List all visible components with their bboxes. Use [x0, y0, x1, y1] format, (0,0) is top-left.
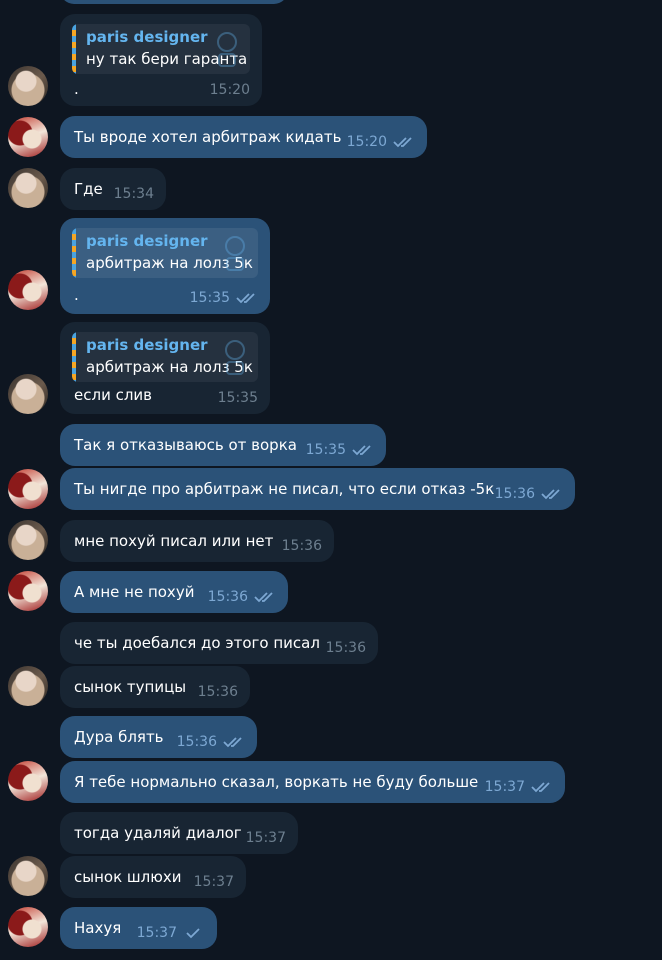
message-meta: 15:35 — [306, 442, 374, 458]
message-time: 15:35 — [189, 290, 230, 306]
double-check-icon — [541, 489, 560, 500]
message-bubble-4[interactable]: paris designer арбитраж на лолз 5к если … — [60, 322, 270, 414]
message-meta: 15:35 — [218, 390, 258, 406]
quote-pattern-icon — [217, 32, 237, 67]
message-bubble-10[interactable]: сынок тупицы 15:36 — [60, 666, 250, 708]
message-time: 15:20 — [209, 82, 250, 98]
contact-avatar[interactable] — [8, 168, 48, 208]
message-text: че ты доебался до этого писал — [74, 634, 320, 652]
message-text: Так я отказываюсь от ворка — [74, 436, 297, 454]
message-time: 15:35 — [305, 442, 346, 458]
contact-avatar[interactable] — [8, 66, 48, 106]
message-meta: 15:36 — [177, 734, 245, 750]
message-time: 15:34 — [113, 186, 154, 202]
message-bubble-11[interactable]: Дура блять 15:36 — [60, 716, 257, 758]
quote-pattern-icon — [225, 236, 245, 271]
message-text: Дура блять — [74, 728, 164, 746]
message-time: 15:37 — [245, 830, 286, 846]
user-avatar[interactable] — [8, 907, 48, 947]
contact-avatar[interactable] — [8, 856, 48, 896]
message-meta: 15:37 — [137, 925, 205, 941]
message-meta: 15:34 — [114, 186, 154, 202]
message-time: 15:36 — [325, 640, 366, 656]
user-avatar[interactable] — [8, 469, 48, 509]
message-text: если слив — [74, 386, 153, 404]
quote-pattern-icon — [225, 340, 245, 375]
quote-bar — [72, 332, 76, 382]
user-avatar[interactable] — [8, 571, 48, 611]
message-text: тогда удаляй диалог — [74, 824, 242, 842]
double-check-icon — [223, 737, 242, 748]
contact-avatar[interactable] — [8, 374, 48, 414]
contact-avatar[interactable] — [8, 666, 48, 706]
message-meta: 15:36 — [326, 640, 366, 656]
user-avatar[interactable] — [8, 117, 48, 157]
user-avatar[interactable] — [8, 270, 48, 310]
message-time: 15:37 — [484, 779, 525, 795]
message-bubble-14[interactable]: сынок шлюхи 15:37 — [60, 856, 246, 898]
message-time: 15:36 — [176, 734, 217, 750]
double-check-icon — [236, 293, 255, 304]
double-check-icon — [352, 445, 371, 456]
message-bubble-8[interactable]: А мне не похуй 15:36 — [60, 571, 288, 613]
previous-message-bubble[interactable] — [60, 0, 288, 4]
message-meta: 15:37 — [194, 874, 234, 890]
quote-sender-name: paris designer — [86, 336, 208, 354]
quote-sender-name: paris designer — [86, 232, 208, 250]
message-text: . — [74, 80, 79, 98]
reply-quote[interactable]: paris designer арбитраж на лолз 5к — [72, 332, 258, 382]
quote-sender-name: paris designer — [86, 28, 208, 46]
message-text: . — [74, 286, 79, 304]
message-text: сынок шлюхи — [74, 868, 182, 886]
message-time: 15:36 — [197, 684, 238, 700]
quote-bar — [72, 24, 76, 74]
message-meta: 15:20 — [347, 134, 415, 150]
message-bubble-5[interactable]: Так я отказываюсь от ворка 15:35 — [60, 424, 386, 466]
reply-quote[interactable]: paris designer арбитраж на лолз 5к — [72, 228, 258, 278]
message-time: 15:36 — [494, 486, 535, 502]
reply-quote[interactable]: paris designer ну так бери гаранта — [72, 24, 250, 74]
message-bubble-15[interactable]: Нахуя 15:37 — [60, 907, 217, 949]
message-time: 15:35 — [217, 390, 258, 406]
double-check-icon — [393, 137, 412, 148]
message-bubble-3[interactable]: paris designer арбитраж на лолз 5к . 15:… — [60, 218, 270, 314]
message-meta: 15:20 — [210, 82, 250, 98]
message-bubble-0[interactable]: paris designer ну так бери гаранта . 15:… — [60, 14, 262, 106]
message-bubble-7[interactable]: мне похуй писал или нет 15:36 — [60, 520, 334, 562]
single-check-icon — [186, 928, 200, 939]
user-avatar[interactable] — [8, 761, 48, 801]
message-time: 15:36 — [281, 538, 322, 554]
message-meta: 15:36 — [495, 486, 563, 502]
message-text: Ты нигде про арбитраж не писал, что если… — [74, 480, 495, 498]
message-text: Где — [74, 180, 103, 198]
message-text: Нахуя — [74, 919, 122, 937]
double-check-icon — [531, 782, 550, 793]
message-meta: 15:36 — [198, 684, 238, 700]
message-text: сынок тупицы — [74, 678, 187, 696]
message-time: 15:37 — [136, 925, 177, 941]
message-bubble-12[interactable]: Я тебе нормально сказал, воркать не буду… — [60, 761, 565, 803]
double-check-icon — [254, 592, 273, 603]
quote-bar — [72, 228, 76, 278]
message-text: мне похуй писал или нет — [74, 532, 274, 550]
message-text: Я тебе нормально сказал, воркать не буду… — [74, 773, 479, 791]
contact-avatar[interactable] — [8, 520, 48, 560]
message-meta: 15:36 — [208, 589, 276, 605]
message-bubble-1[interactable]: Ты вроде хотел арбитраж кидать 15:20 — [60, 116, 427, 158]
message-bubble-9[interactable]: че ты доебался до этого писал 15:36 — [60, 622, 378, 664]
message-meta: 15:37 — [485, 779, 553, 795]
message-time: 15:37 — [193, 874, 234, 890]
message-time: 15:20 — [346, 134, 387, 150]
message-meta: 15:37 — [246, 830, 286, 846]
message-meta: 15:35 — [190, 290, 258, 306]
message-bubble-13[interactable]: тогда удаляй диалог 15:37 — [60, 812, 298, 854]
message-bubble-6[interactable]: Ты нигде про арбитраж не писал, что если… — [60, 468, 575, 510]
message-meta: 15:36 — [282, 538, 322, 554]
message-text: Ты вроде хотел арбитраж кидать — [74, 128, 342, 146]
message-bubble-2[interactable]: Где 15:34 — [60, 168, 166, 210]
message-time: 15:36 — [207, 589, 248, 605]
message-text: А мне не похуй — [74, 583, 195, 601]
